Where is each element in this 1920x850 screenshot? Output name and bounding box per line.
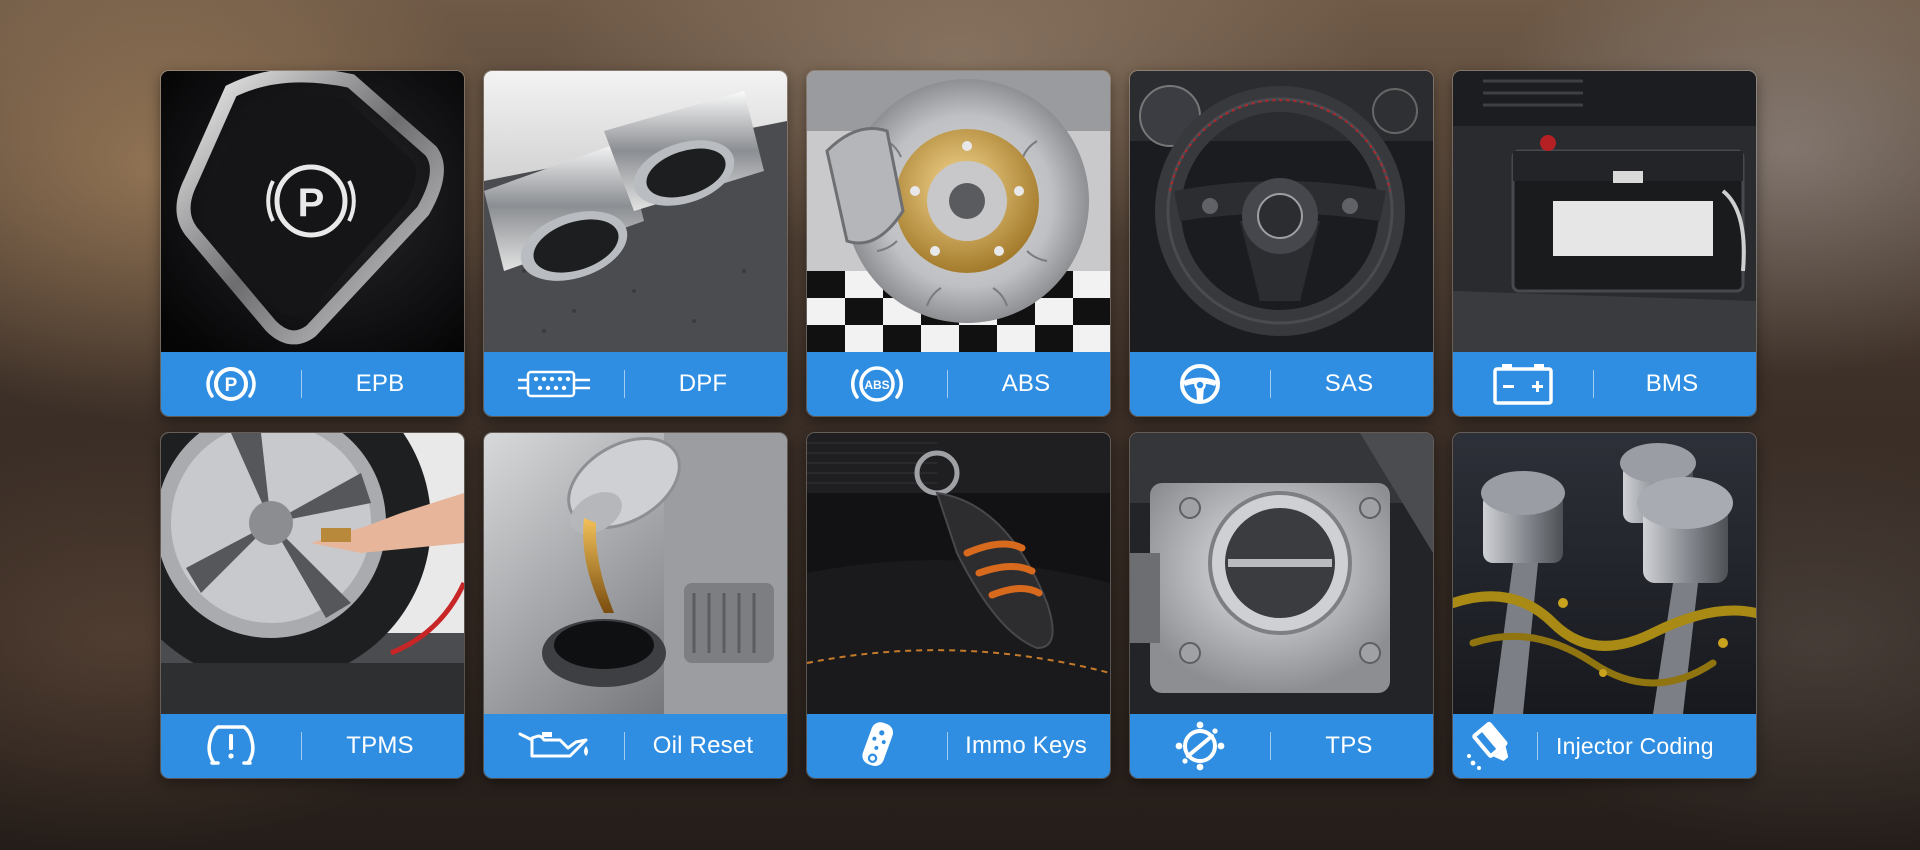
- injector-icon: [1453, 714, 1537, 778]
- tpms-photo: [161, 433, 464, 714]
- parking-brake-icon: P: [161, 352, 301, 416]
- tps-label-bar: TPS: [1130, 714, 1433, 778]
- sas-photo: [1130, 71, 1433, 352]
- feature-card-epb[interactable]: P P EPB: [161, 71, 464, 416]
- feature-grid: P P EPB DPF ABS ABS SAS BMS TPMS Oil Res…: [161, 71, 1756, 778]
- feature-label: BMS: [1645, 370, 1699, 397]
- bms-photo: [1453, 71, 1756, 352]
- sas-label-bar: SAS: [1130, 352, 1433, 416]
- feature-card-oil-reset[interactable]: Oil Reset: [484, 433, 787, 778]
- steering-wheel-icon: [1130, 352, 1270, 416]
- feature-card-abs[interactable]: ABS ABS: [807, 71, 1110, 416]
- feature-label: Injector Coding: [1556, 732, 1714, 759]
- feature-label: ABS: [1001, 370, 1051, 397]
- feature-card-dpf[interactable]: DPF: [484, 71, 787, 416]
- epb-label-bar: P EPB: [161, 352, 464, 416]
- feature-label: DPF: [678, 370, 728, 397]
- feature-card-tps[interactable]: TPS: [1130, 433, 1433, 778]
- injector-coding-label-bar: Injector Coding: [1453, 714, 1756, 778]
- particulate-filter-icon: [484, 352, 624, 416]
- injector-coding-photo: [1453, 433, 1756, 714]
- key-fob-icon: [807, 714, 947, 778]
- background: P P EPB DPF ABS ABS SAS BMS TPMS Oil Res…: [0, 0, 1920, 850]
- feature-label: Oil Reset: [652, 732, 754, 759]
- oil-can-icon: [484, 714, 624, 778]
- feature-card-bms[interactable]: BMS: [1453, 71, 1756, 416]
- tpms-label-bar: TPMS: [161, 714, 464, 778]
- dpf-photo: [484, 71, 787, 352]
- bms-label-bar: BMS: [1453, 352, 1756, 416]
- oil-reset-photo: [484, 433, 787, 714]
- dpf-label-bar: DPF: [484, 352, 787, 416]
- throttle-icon: [1130, 714, 1270, 778]
- abs-icon: ABS: [807, 352, 947, 416]
- feature-label: EPB: [355, 370, 405, 397]
- feature-label: TPMS: [346, 732, 414, 759]
- parking-brake-icon-letter: P: [225, 375, 238, 396]
- immo-keys-photo: [807, 433, 1110, 714]
- tps-photo: [1130, 433, 1433, 714]
- feature-label: Immo Keys: [965, 732, 1087, 759]
- battery-icon: [1453, 352, 1593, 416]
- abs-label-bar: ABS ABS: [807, 352, 1110, 416]
- feature-label: TPS: [1325, 732, 1373, 759]
- epb-photo: P: [161, 71, 464, 352]
- feature-card-sas[interactable]: SAS: [1130, 71, 1433, 416]
- feature-card-immo-keys[interactable]: Immo Keys: [807, 433, 1110, 778]
- feature-card-injector-coding[interactable]: Injector Coding: [1453, 433, 1756, 778]
- svg-text:P: P: [298, 181, 325, 225]
- immo-keys-label-bar: Immo Keys: [807, 714, 1110, 778]
- feature-card-tpms[interactable]: TPMS: [161, 433, 464, 778]
- feature-label: SAS: [1324, 370, 1374, 397]
- abs-photo: [807, 71, 1110, 352]
- abs-icon-text: ABS: [864, 378, 889, 392]
- tire-pressure-icon: [161, 714, 301, 778]
- oil-reset-label-bar: Oil Reset: [484, 714, 787, 778]
